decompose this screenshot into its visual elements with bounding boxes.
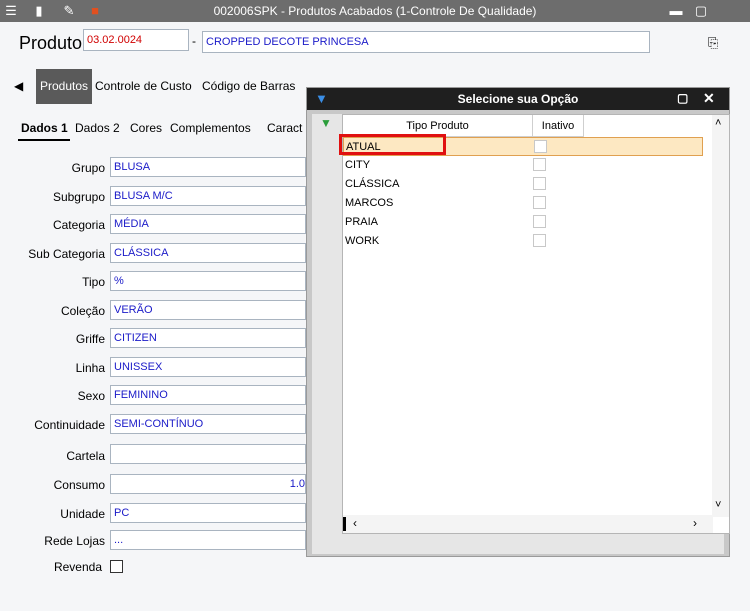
select-option-dialog: ▼ Selecione sua Opção ▢ ✕ ▼ Tipo Produto… [306, 87, 730, 557]
option-row[interactable]: PRAIA [343, 213, 703, 232]
continuidade-field[interactable]: SEMI-CONTÍNUO [110, 414, 306, 434]
scroll-left-icon[interactable]: ‹ [353, 516, 357, 530]
product-label: Produto [19, 33, 83, 53]
categoria-label: Categoria [52, 218, 105, 232]
inativo-checkbox[interactable] [533, 215, 546, 228]
tipo-label: Tipo [82, 275, 105, 289]
vertical-scrollbar[interactable]: ˄ ˅ [712, 115, 729, 517]
scroll-up-icon[interactable]: ˄ [715, 117, 721, 129]
option-row[interactable]: WORK [343, 232, 703, 251]
subtab-underline [18, 139, 70, 141]
tab-controle-de-custo[interactable]: Controle de Custo [91, 69, 196, 104]
header-separator: - [192, 34, 196, 48]
dialog-title: Selecione sua Opção [457, 92, 579, 106]
inativo-checkbox[interactable] [533, 158, 546, 171]
sub-categoria-label: Sub Categoria [28, 247, 105, 261]
inativo-checkbox[interactable] [534, 140, 547, 153]
inativo-checkbox[interactable] [533, 234, 546, 247]
scroll-thumb[interactable] [343, 517, 346, 531]
option-label: WORK [345, 235, 380, 247]
tab-scroll-left-icon[interactable]: ◀ [14, 69, 24, 104]
subgrupo-label: Subgrupo [52, 190, 105, 204]
column-header-inativo[interactable]: Inativo [533, 115, 584, 137]
subtab-dados-2[interactable]: Dados 2 [75, 121, 120, 135]
option-label: CITY [345, 159, 371, 171]
grupo-field[interactable]: BLUSA [110, 157, 306, 177]
colecao-field[interactable]: VERÃO [110, 300, 306, 320]
options-grid: Tipo Produto Inativo ATUAL CITY CLÁSSICA… [342, 114, 730, 534]
option-row[interactable]: CLÁSSICA [343, 175, 703, 194]
griffe-label: Griffe [75, 332, 105, 346]
product-description-field[interactable]: CROPPED DECOTE PRINCESA [202, 31, 650, 53]
dialog-close-button[interactable]: ✕ [703, 90, 715, 107]
product-code-field[interactable]: 03.02.0024 [83, 29, 189, 51]
option-label: PRAIA [345, 216, 379, 228]
griffe-field[interactable]: CITIZEN [110, 328, 306, 348]
option-row[interactable]: CITY [343, 156, 703, 175]
tab-produtos[interactable]: Produtos [36, 69, 93, 104]
revenda-label: Revenda [53, 560, 102, 574]
dialog-maximize-button[interactable]: ▢ [677, 91, 688, 105]
window-title: 002006SPK - Produtos Acabados (1-Control… [213, 4, 537, 18]
continuidade-label: Continuidade [34, 418, 105, 432]
unidade-label: Unidade [60, 507, 105, 521]
cartela-label: Cartela [66, 449, 105, 463]
sub-categoria-field[interactable]: CLÁSSICA [110, 243, 306, 263]
option-label: MARCOS [345, 197, 394, 209]
horizontal-scrollbar[interactable]: ‹ › [343, 515, 713, 533]
subtab-cores[interactable]: Cores [130, 121, 162, 135]
scroll-right-icon[interactable]: › [693, 516, 697, 530]
grupo-label: Grupo [71, 161, 105, 175]
expand-down-icon[interactable]: ▼ [320, 116, 332, 130]
colecao-label: Coleção [60, 304, 105, 318]
dialog-title-bar: ▼ Selecione sua Opção ▢ ✕ [307, 88, 729, 110]
cartela-field[interactable] [110, 444, 306, 464]
inativo-checkbox[interactable] [533, 177, 546, 190]
subtab-dados-1[interactable]: Dados 1 [21, 121, 68, 135]
copy-icon[interactable]: ⎘ [708, 35, 718, 51]
unidade-field[interactable]: PC [110, 503, 306, 523]
tab-codigo-de-barras[interactable]: Código de Barras [198, 69, 299, 104]
rede-lojas-label: Rede Lojas [44, 534, 105, 548]
linha-label: Linha [75, 361, 105, 375]
sexo-label: Sexo [77, 389, 105, 403]
minimize-button[interactable]: ▬ [668, 3, 684, 19]
dialog-body: ▼ Tipo Produto Inativo ATUAL CITY CLÁSSI… [312, 114, 730, 554]
selection-highlight-box [339, 134, 446, 155]
tipo-field[interactable]: % [110, 271, 306, 291]
option-row[interactable]: MARCOS [343, 194, 703, 213]
revenda-checkbox[interactable] [110, 560, 123, 573]
linha-field[interactable]: UNISSEX [110, 357, 306, 377]
option-label: CLÁSSICA [345, 178, 400, 190]
subgrupo-field[interactable]: BLUSA M/C [110, 186, 306, 206]
title-bar: ☰ ▮ ✎ ■ 002006SPK - Produtos Acabados (1… [0, 0, 750, 22]
subtab-caract[interactable]: Caract [267, 121, 302, 135]
sexo-field[interactable]: FEMININO [110, 385, 306, 405]
rede-lojas-field[interactable]: ... [110, 530, 306, 550]
consumo-label: Consumo [53, 478, 105, 492]
categoria-field[interactable]: MÉDIA [110, 214, 306, 234]
maximize-button[interactable]: ▢ [693, 3, 709, 19]
subtab-complementos[interactable]: Complementos [170, 121, 251, 135]
consumo-field[interactable]: 1.0 [110, 474, 306, 494]
scroll-down-icon[interactable]: ˅ [715, 499, 721, 511]
inativo-checkbox[interactable] [533, 196, 546, 209]
